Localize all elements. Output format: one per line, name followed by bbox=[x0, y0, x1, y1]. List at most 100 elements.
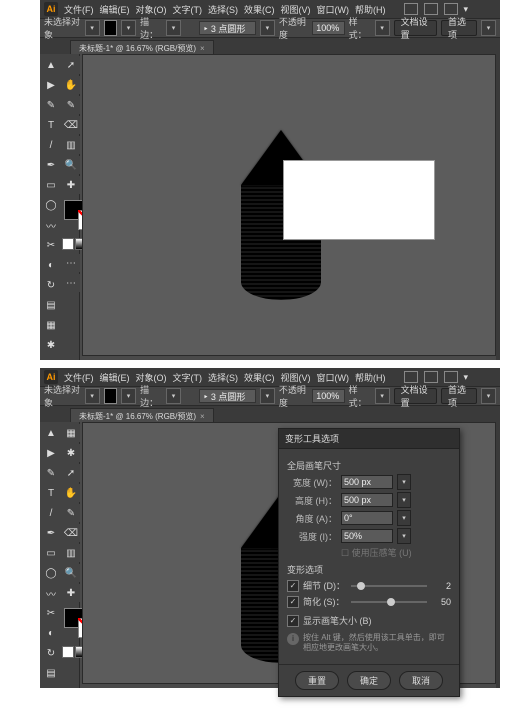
tool-width[interactable]: ▤ bbox=[42, 296, 60, 314]
tool-direct[interactable]: ▶ bbox=[42, 76, 60, 94]
menu-object[interactable]: 对象(O) bbox=[136, 3, 167, 16]
layout-icon-1[interactable] bbox=[404, 3, 418, 15]
tool-width[interactable]: ▤ bbox=[42, 664, 60, 682]
menu-window[interactable]: 窗口(W) bbox=[317, 3, 350, 16]
ok-button[interactable]: 确定 bbox=[347, 671, 391, 690]
layout-icon-1[interactable] bbox=[404, 371, 418, 383]
tool-free[interactable]: ▦ bbox=[62, 424, 80, 442]
docsetup-button[interactable]: 文档设置 bbox=[394, 20, 437, 36]
tool-type[interactable]: T bbox=[42, 116, 60, 134]
tool-grad[interactable]: ▥ bbox=[62, 136, 80, 154]
menu-select[interactable]: 选择(S) bbox=[208, 371, 238, 384]
tool-tile[interactable]: ⋯ bbox=[62, 274, 80, 292]
tool-reflect[interactable]: ↻ bbox=[42, 644, 60, 662]
tool-shape[interactable]: ✱ bbox=[62, 444, 80, 462]
tool-scissor[interactable]: ✂ bbox=[42, 236, 60, 254]
tool-direct[interactable]: ▶ bbox=[42, 444, 60, 462]
intensity-dd[interactable] bbox=[397, 528, 411, 544]
panel-edge-icon[interactable] bbox=[496, 418, 500, 688]
tool-reflect[interactable]: ↻ bbox=[42, 276, 60, 294]
tool-rect[interactable]: ▭ bbox=[42, 176, 60, 194]
tool-free[interactable]: ▦ bbox=[42, 316, 60, 334]
height-input[interactable]: 500 px bbox=[341, 493, 393, 507]
cancel-button[interactable]: 取消 bbox=[399, 671, 443, 690]
menu-help[interactable]: 帮助(H) bbox=[355, 3, 386, 16]
tool-pen[interactable]: ✎ bbox=[42, 96, 60, 114]
tool-hand[interactable]: ✋ bbox=[62, 484, 80, 502]
detail-checkbox[interactable]: ✓ bbox=[287, 580, 299, 592]
tool-line[interactable]: / bbox=[42, 136, 60, 154]
detail-slider[interactable] bbox=[351, 585, 427, 587]
panel-edge-icon[interactable] bbox=[496, 50, 500, 360]
menu-window[interactable]: 窗口(W) bbox=[317, 371, 350, 384]
tool-add[interactable]: ✚ bbox=[62, 584, 80, 602]
menu-type[interactable]: 文字(T) bbox=[173, 371, 203, 384]
tool-persp[interactable]: ➚ bbox=[62, 464, 80, 482]
prefs-button[interactable]: 首选项 bbox=[441, 388, 477, 404]
tool-rotate[interactable]: ◐ bbox=[42, 624, 60, 642]
tool-brush[interactable]: ✒ bbox=[42, 524, 60, 542]
tool-shape[interactable]: ✱ bbox=[42, 336, 60, 354]
simplify-slider[interactable] bbox=[351, 601, 427, 603]
tool-hand[interactable]: ✋ bbox=[62, 76, 80, 94]
stroke-dd[interactable] bbox=[166, 388, 181, 404]
menu-file[interactable]: 文件(F) bbox=[64, 3, 94, 16]
tool-ellipse[interactable]: ◯ bbox=[42, 564, 60, 582]
tool-select[interactable]: ▲ bbox=[42, 424, 60, 442]
tool-zoom[interactable]: 🔍 bbox=[62, 156, 80, 174]
tool-screen[interactable]: ⋯ bbox=[62, 254, 80, 272]
docsetup-button[interactable]: 文档设置 bbox=[394, 388, 437, 404]
brush-preset[interactable]: ‣ 3 点圆形 bbox=[199, 389, 256, 403]
selection-dd[interactable] bbox=[85, 20, 100, 36]
menu-effect[interactable]: 效果(C) bbox=[244, 371, 275, 384]
height-dd[interactable] bbox=[397, 492, 411, 508]
tool-erase[interactable]: ⌫ bbox=[62, 524, 80, 542]
tool-rect[interactable]: ▭ bbox=[42, 544, 60, 562]
menu-file[interactable]: 文件(F) bbox=[64, 371, 94, 384]
menu-object[interactable]: 对象(O) bbox=[136, 371, 167, 384]
fill-swatch[interactable] bbox=[104, 20, 117, 36]
tool-brush[interactable]: ✒ bbox=[42, 156, 60, 174]
menu-edit[interactable]: 编辑(E) bbox=[100, 3, 130, 16]
workspace-switcher[interactable]: ▾ bbox=[464, 372, 469, 383]
style-dd[interactable] bbox=[375, 20, 390, 36]
menu-help[interactable]: 帮助(H) bbox=[355, 371, 386, 384]
menu-view[interactable]: 视图(V) bbox=[281, 3, 311, 16]
style-dd[interactable] bbox=[375, 388, 390, 404]
tool-mesh[interactable]: ✎ bbox=[62, 504, 80, 522]
show-brush-size-checkbox[interactable]: ✓ bbox=[287, 615, 299, 627]
tool-zoom[interactable]: 🔍 bbox=[62, 564, 80, 582]
tool-type[interactable]: T bbox=[42, 484, 60, 502]
menu-effect[interactable]: 效果(C) bbox=[244, 3, 275, 16]
menu-view[interactable]: 视图(V) bbox=[281, 371, 311, 384]
tool-select[interactable]: ▲ bbox=[42, 56, 60, 74]
tool-ellipse[interactable]: ◯ bbox=[42, 196, 60, 214]
angle-dd[interactable] bbox=[397, 510, 411, 526]
intensity-input[interactable]: 50% bbox=[341, 529, 393, 543]
layout-icon-2[interactable] bbox=[424, 3, 438, 15]
tool-add[interactable]: ✚ bbox=[62, 176, 80, 194]
align-dd[interactable] bbox=[481, 388, 496, 404]
tab-close-icon[interactable]: × bbox=[200, 412, 205, 421]
reset-button[interactable]: 重置 bbox=[295, 671, 339, 690]
tool-mesh[interactable]: ✎ bbox=[62, 96, 80, 114]
brush-dd[interactable] bbox=[260, 20, 275, 36]
canvas[interactable] bbox=[82, 54, 496, 356]
fill-swatch[interactable] bbox=[104, 388, 117, 404]
tool-scissor[interactable]: ✂ bbox=[42, 604, 60, 622]
workspace-switcher[interactable]: ▾ bbox=[464, 4, 469, 15]
menu-edit[interactable]: 编辑(E) bbox=[100, 371, 130, 384]
simplify-checkbox[interactable]: ✓ bbox=[287, 596, 299, 608]
brush-preset[interactable]: ‣ 3 点圆形 bbox=[199, 21, 256, 35]
tool-grad[interactable]: ▥ bbox=[62, 544, 80, 562]
width-input[interactable]: 500 px bbox=[341, 475, 393, 489]
tool-erase[interactable]: ⌫ bbox=[62, 116, 80, 134]
stroke-dd[interactable] bbox=[166, 20, 181, 36]
tool-line[interactable]: / bbox=[42, 504, 60, 522]
width-dd[interactable] bbox=[397, 474, 411, 490]
brush-dd[interactable] bbox=[260, 388, 275, 404]
selection-dd[interactable] bbox=[85, 388, 100, 404]
tool-rotate[interactable]: ◐ bbox=[42, 256, 60, 274]
tool-persp[interactable]: ➚ bbox=[62, 56, 80, 74]
tool-pen[interactable]: ✎ bbox=[42, 464, 60, 482]
